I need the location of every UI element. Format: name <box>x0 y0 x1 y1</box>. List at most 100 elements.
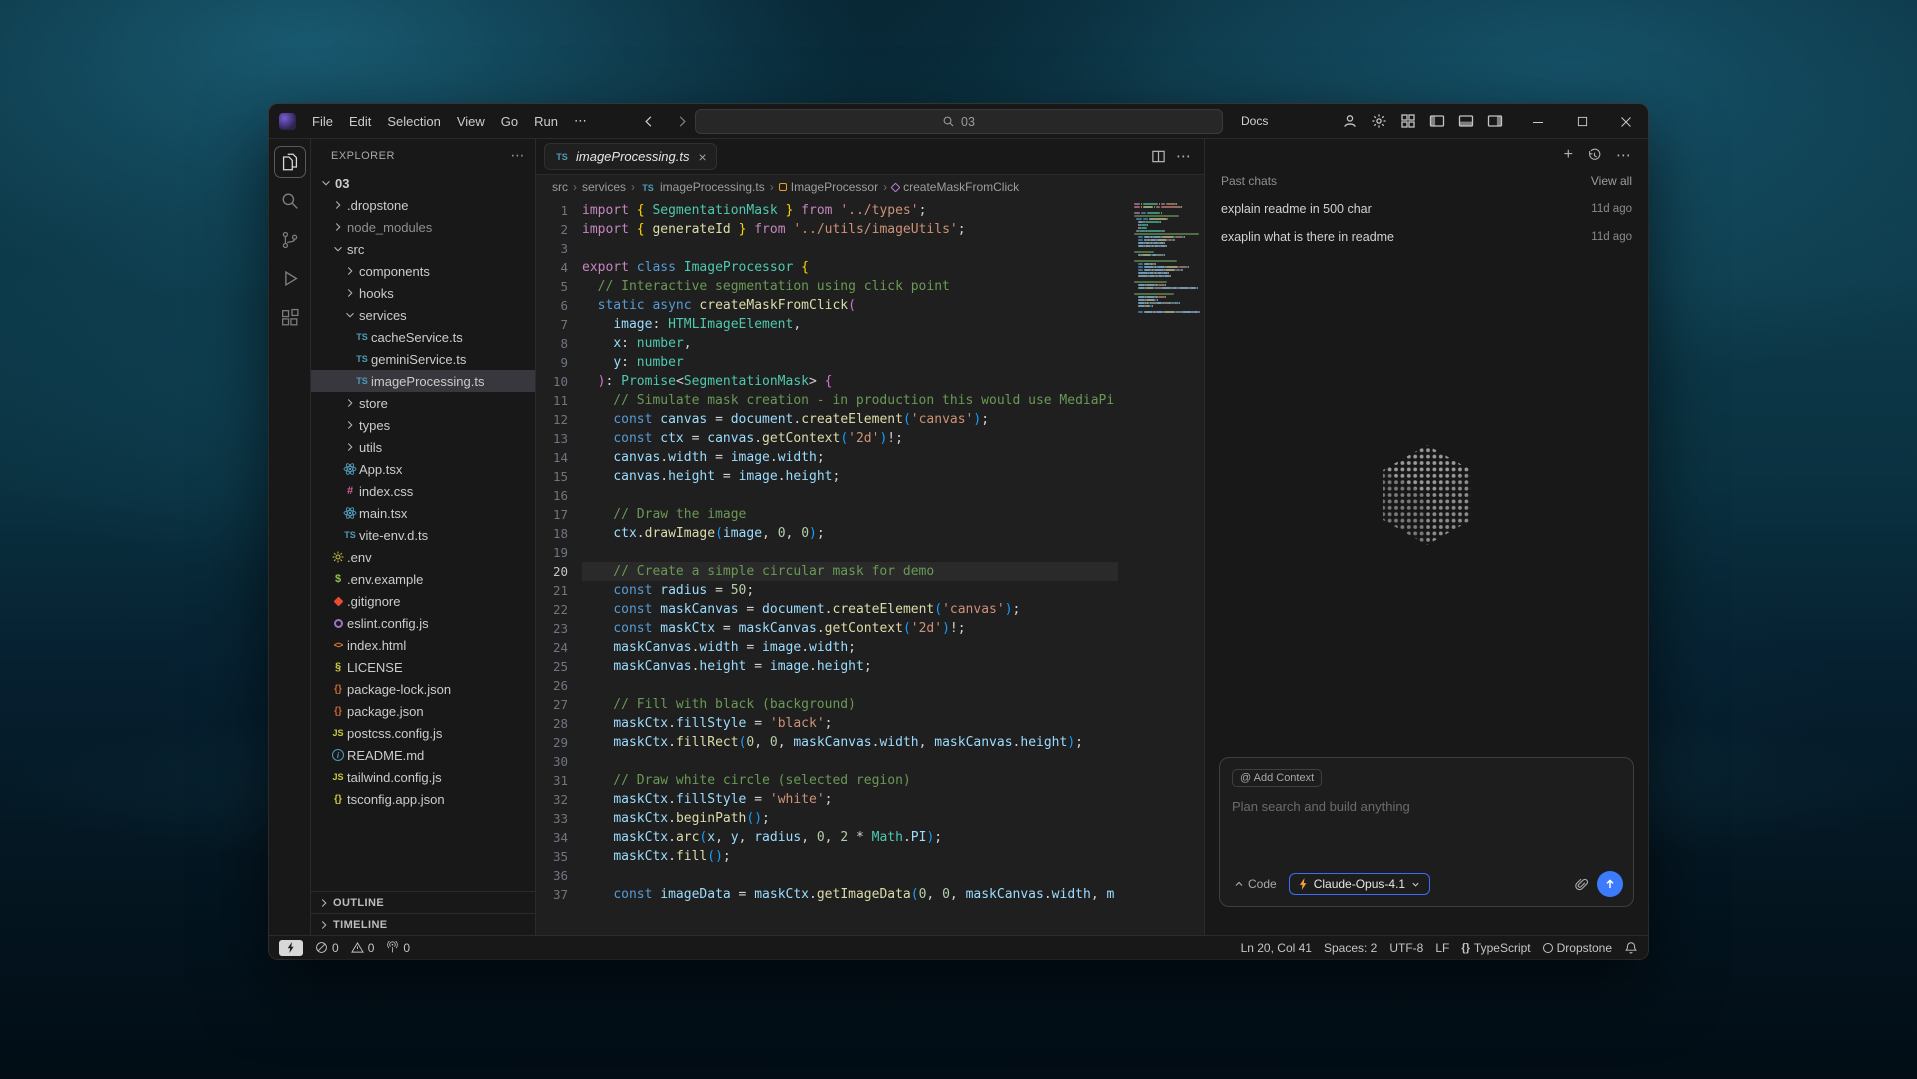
status-remote-indicator[interactable] <box>279 940 303 956</box>
tab-imageprocessing[interactable]: TS imageProcessing.ts × <box>544 143 717 170</box>
section-outline[interactable]: OUTLINE <box>311 891 535 913</box>
tree-item-components[interactable]: components <box>311 260 535 282</box>
tree-item-postcss-config-js[interactable]: JSpostcss.config.js <box>311 722 535 744</box>
menu-go[interactable]: Go <box>493 111 526 132</box>
code-line-30[interactable] <box>582 752 1118 771</box>
tree-item-hooks[interactable]: hooks <box>311 282 535 304</box>
code-line-11[interactable]: // Simulate mask creation - in productio… <box>582 391 1118 410</box>
code-line-6[interactable]: static async createMaskFromClick( <box>582 296 1118 315</box>
tree-item-geminiservice-ts[interactable]: TSgeminiService.ts <box>311 348 535 370</box>
code-line-25[interactable]: maskCanvas.height = image.height; <box>582 657 1118 676</box>
view-all-link[interactable]: View all <box>1591 174 1632 188</box>
tree-item-services[interactable]: services <box>311 304 535 326</box>
breadcrumb-imageprocessor[interactable]: ImageProcessor <box>779 180 878 194</box>
code-line-35[interactable]: maskCtx.fill(); <box>582 847 1118 866</box>
code-line-5[interactable]: // Interactive segmentation using click … <box>582 277 1118 296</box>
code-editor[interactable]: import { SegmentationMask } from '../typ… <box>582 201 1204 935</box>
activity-run-debug-icon[interactable] <box>274 263 306 295</box>
activity-search-icon[interactable] <box>274 185 306 217</box>
menu-edit[interactable]: Edit <box>341 111 379 132</box>
attach-icon[interactable] <box>1574 877 1589 892</box>
code-line-16[interactable] <box>582 486 1118 505</box>
tree-item-tailwind-config-js[interactable]: JStailwind.config.js <box>311 766 535 788</box>
panel-bottom-icon[interactable] <box>1453 108 1479 134</box>
tree-item-store[interactable]: store <box>311 392 535 414</box>
model-selector[interactable]: Claude-Opus-4.1 <box>1289 873 1430 895</box>
menu-[interactable]: ⋯ <box>566 110 595 132</box>
breadcrumb-services[interactable]: services <box>582 180 626 194</box>
status-notifications[interactable] <box>1624 941 1638 955</box>
code-line-4[interactable]: export class ImageProcessor { <box>582 258 1118 277</box>
code-line-34[interactable]: maskCtx.arc(x, y, radius, 0, 2 * Math.PI… <box>582 828 1118 847</box>
tree-item-package-json[interactable]: {}package.json <box>311 700 535 722</box>
code-line-29[interactable]: maskCtx.fillRect(0, 0, maskCanvas.width,… <box>582 733 1118 752</box>
minimap[interactable] <box>1134 203 1200 314</box>
chat-add-icon[interactable]: + <box>1564 146 1573 164</box>
code-line-33[interactable]: maskCtx.beginPath(); <box>582 809 1118 828</box>
code-line-13[interactable]: const ctx = canvas.getContext('2d')!; <box>582 429 1118 448</box>
tree-item-src[interactable]: src <box>311 238 535 260</box>
status-ports[interactable]: 0 <box>386 941 410 955</box>
tree-item-tsconfig-app-json[interactable]: {}tsconfig.app.json <box>311 788 535 810</box>
activity-explorer-icon[interactable] <box>274 146 306 178</box>
code-line-22[interactable]: const maskCanvas = document.createElemen… <box>582 600 1118 619</box>
code-line-31[interactable]: // Draw white circle (selected region) <box>582 771 1118 790</box>
breadcrumb-src[interactable]: src <box>552 180 568 194</box>
close-button[interactable] <box>1604 104 1648 139</box>
layout-grid-icon[interactable] <box>1395 108 1421 134</box>
activity-extensions-icon[interactable] <box>274 302 306 334</box>
breadcrumb-createmaskfromclick[interactable]: createMaskFromClick <box>892 180 1019 194</box>
code-line-19[interactable] <box>582 543 1118 562</box>
chat-history-icon[interactable] <box>1587 148 1602 163</box>
tree-item-utils[interactable]: utils <box>311 436 535 458</box>
chat-input[interactable]: @ Add Context Plan search and build anyt… <box>1219 757 1634 907</box>
code-line-18[interactable]: ctx.drawImage(image, 0, 0); <box>582 524 1118 543</box>
tree-item-eslint-config-js[interactable]: eslint.config.js <box>311 612 535 634</box>
breadcrumb-imageprocessingts[interactable]: TSimageProcessing.ts <box>640 180 765 194</box>
panel-right-icon[interactable] <box>1482 108 1508 134</box>
code-line-37[interactable]: const imageData = maskCtx.getImageData(0… <box>582 885 1118 904</box>
code-line-23[interactable]: const maskCtx = maskCanvas.getContext('2… <box>582 619 1118 638</box>
code-line-14[interactable]: canvas.width = image.width; <box>582 448 1118 467</box>
code-line-21[interactable]: const radius = 50; <box>582 581 1118 600</box>
code-line-10[interactable]: ): Promise<SegmentationMask> { <box>582 372 1118 391</box>
code-line-28[interactable]: maskCtx.fillStyle = 'black'; <box>582 714 1118 733</box>
panel-left-icon[interactable] <box>1424 108 1450 134</box>
search-input[interactable]: 03 <box>695 109 1223 134</box>
status-indentation[interactable]: Spaces: 2 <box>1324 941 1377 955</box>
section-timeline[interactable]: TIMELINE <box>311 913 535 935</box>
tree-item-app-tsx[interactable]: App.tsx <box>311 458 535 480</box>
tree-item-index-css[interactable]: #index.css <box>311 480 535 502</box>
menu-file[interactable]: File <box>304 111 341 132</box>
app-logo-icon[interactable] <box>279 113 296 130</box>
forward-icon[interactable] <box>669 108 695 134</box>
split-editor-icon[interactable] <box>1151 149 1166 164</box>
settings-icon[interactable] <box>1366 108 1392 134</box>
back-icon[interactable] <box>635 108 661 134</box>
status-errors[interactable]: 0 <box>315 941 339 955</box>
activity-source-control-icon[interactable] <box>274 224 306 256</box>
tree-item-vite-env-d-ts[interactable]: TSvite-env.d.ts <box>311 524 535 546</box>
tree-item--env[interactable]: .env <box>311 546 535 568</box>
explorer-more-icon[interactable]: ⋯ <box>511 147 526 164</box>
code-line-3[interactable] <box>582 239 1118 258</box>
tree-item--env-example[interactable]: $.env.example <box>311 568 535 590</box>
tree-item-package-lock-json[interactable]: {}package-lock.json <box>311 678 535 700</box>
tree-item--dropstone[interactable]: .dropstone <box>311 194 535 216</box>
status-cursor-position[interactable]: Ln 20, Col 41 <box>1241 941 1312 955</box>
tree-item-cacheservice-ts[interactable]: TScacheService.ts <box>311 326 535 348</box>
code-line-9[interactable]: y: number <box>582 353 1118 372</box>
code-line-1[interactable]: import { SegmentationMask } from '../typ… <box>582 201 1118 220</box>
code-line-8[interactable]: x: number, <box>582 334 1118 353</box>
code-line-20[interactable]: // Create a simple circular mask for dem… <box>582 562 1118 581</box>
account-icon[interactable] <box>1337 108 1363 134</box>
tree-item--gitignore[interactable]: .gitignore <box>311 590 535 612</box>
close-tab-icon[interactable]: × <box>698 150 706 164</box>
status-eol[interactable]: LF <box>1435 941 1449 955</box>
code-line-15[interactable]: canvas.height = image.height; <box>582 467 1118 486</box>
chat-more-icon[interactable]: ⋯ <box>1616 146 1632 165</box>
menu-view[interactable]: View <box>449 111 493 132</box>
code-line-17[interactable]: // Draw the image <box>582 505 1118 524</box>
tree-item-node-modules[interactable]: node_modules <box>311 216 535 238</box>
chat-history-item-1[interactable]: explain readme in 500 char11d ago <box>1205 195 1648 223</box>
